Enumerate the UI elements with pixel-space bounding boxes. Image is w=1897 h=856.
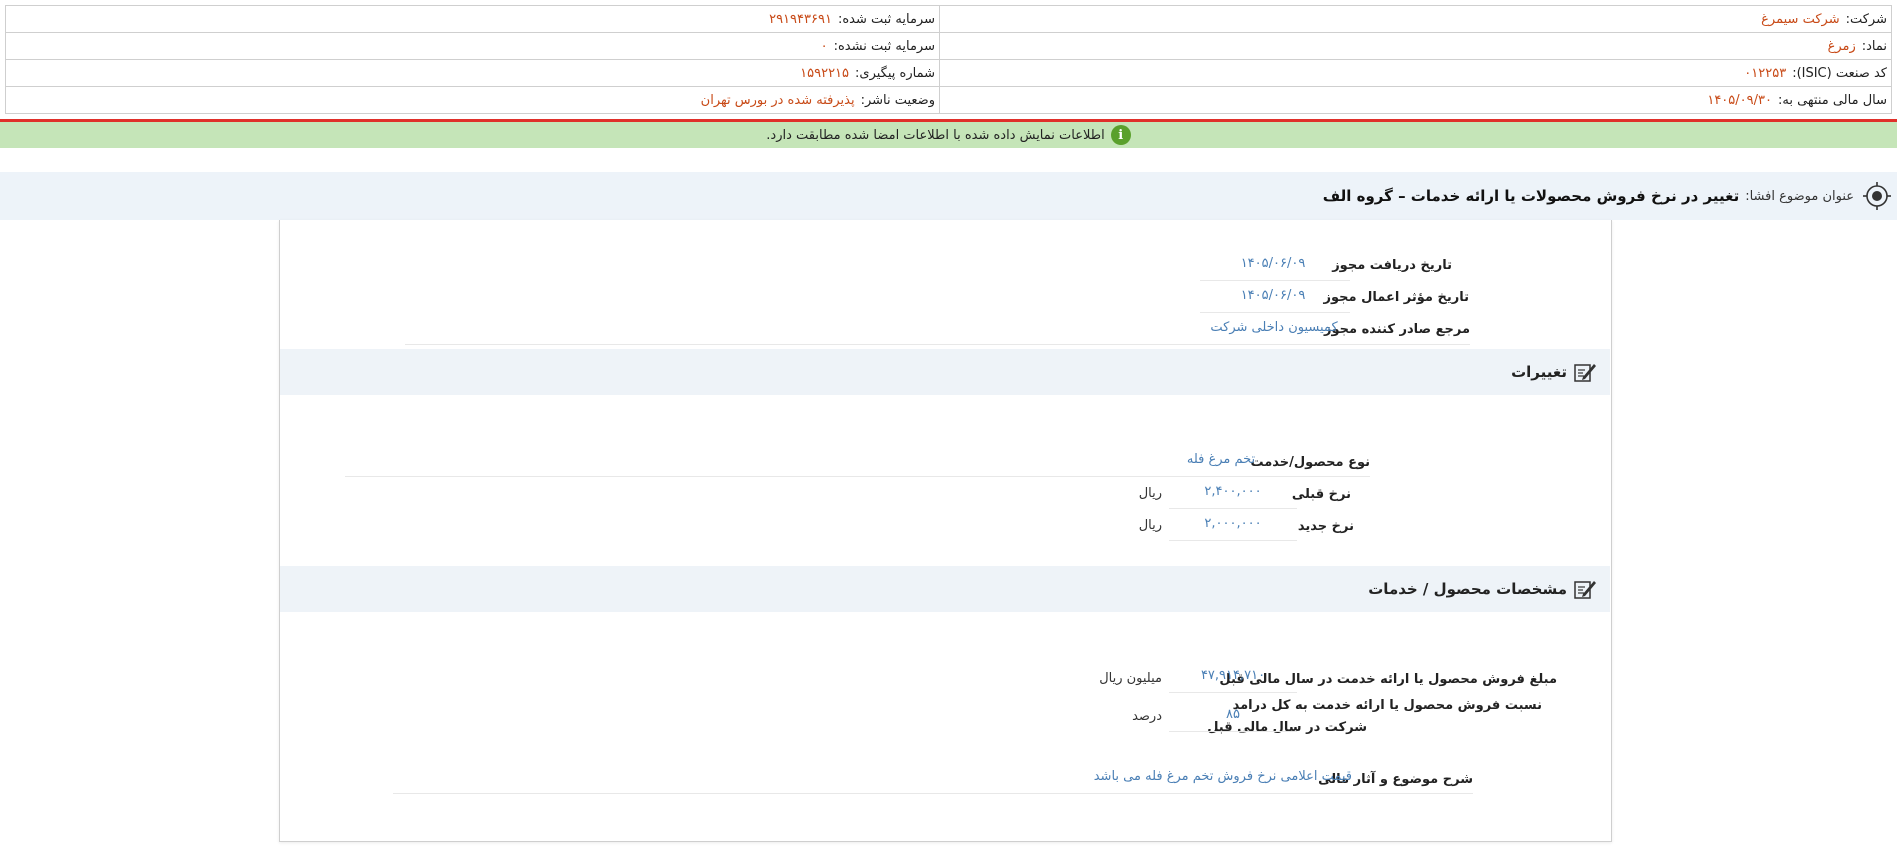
effective-date-value: ۱۴۰۵/۰۶/۰۹ [1240,288,1306,303]
subject-label: عنوان موضوع افشا: [1745,188,1854,204]
unregistered-capital-label: سرمایه ثبت نشده: [833,38,935,54]
separator [405,344,1470,345]
fiscal-year-cell: سال مالی منتهی به: ۱۴۰۵/۰۹/۳۰ [939,86,1892,114]
publisher-status-label: وضعیت ناشر: [860,92,935,108]
fiscal-year-label: سال مالی منتهی به: [1777,92,1887,108]
new-rate-unit: ریال [1138,518,1162,533]
unregistered-capital-value: ۰ [820,38,828,54]
description-value: قیمت اعلامی نرخ فروش تخم مرغ فله می باشد [1093,769,1352,784]
sales-amount-unit: میلیون ریال [1099,671,1162,686]
product-type-value: تخم مرغ فله [1186,452,1256,467]
company-value[interactable]: شرکت سیمرغ [1761,12,1839,27]
edit-icon [1573,577,1597,601]
registered-capital-label: سرمایه ثبت شده: [837,11,935,27]
symbol-value[interactable]: زمرغ [1828,39,1856,54]
company-label: شرکت: [1845,11,1887,27]
tracking-value: ۱۵۹۲۲۱۵ [800,65,850,81]
issuer-value: کمیسیون داخلی شرکت [1210,320,1338,335]
effective-date-label: تاریخ مؤثر اعمال مجوز [1323,290,1469,305]
isic-cell: کد صنعت (ISIC): ۰۱۲۲۵۳ [939,59,1892,87]
registered-capital-value: ۲۹۱۹۴۳۶۹۱ [769,11,832,27]
prev-rate-label: نرخ قبلی [1291,487,1351,502]
company-info-table: شرکت: شرکت سیمرغ سرمایه ثبت شده: ۲۹۱۹۴۳۶۹۱… [5,5,1892,114]
new-rate-value: ۲,۰۰۰,۰۰۰ [1204,516,1262,531]
receive-date-value: ۱۴۰۵/۰۶/۰۹ [1240,256,1306,271]
publisher-status-cell: وضعیت ناشر: پذیرفته شده در بورس تهران [5,86,940,114]
unregistered-capital-cell: سرمایه ثبت نشده: ۰ [5,32,940,60]
separator [1200,312,1350,313]
symbol-label: نماد: [1861,38,1887,54]
company-cell: شرکت: شرکت سیمرغ [939,5,1892,33]
prev-rate-unit: ریال [1138,486,1162,501]
separator [1169,731,1297,732]
verification-notice: i اطلاعات نمایش داده شده با اطلاعات امضا… [0,122,1897,148]
separator [1200,280,1350,281]
separator [393,793,1473,794]
info-icon: i [1110,125,1131,145]
ratio-value: ۸۵ [1226,707,1240,722]
sales-amount-value: ۴۷,۹۱۴,۷۱۰ [1200,668,1266,683]
specs-section-header: مشخصات محصول / خدمات [280,566,1610,612]
fiscal-year-value: ۱۴۰۵/۰۹/۳۰ [1707,92,1772,108]
separator [1169,508,1297,509]
separator [345,476,1370,477]
subject-value: تغییر در نرخ فروش محصولات یا ارائه خدمات… [1322,187,1740,205]
separator [1169,540,1297,541]
ratio-label-line2: شرکت در سال مالی قبل [1207,720,1367,735]
changes-section-title: تغییرات [1511,363,1567,381]
new-rate-label: نرخ جدید [1297,519,1354,534]
disclosure-title-bar: عنوان موضوع افشا: تغییر در نرخ فروش محصو… [0,172,1897,220]
separator [1169,692,1297,693]
specs-section-title: مشخصات محصول / خدمات [1368,580,1567,598]
changes-section-header: تغییرات [280,349,1610,395]
receive-date-label: تاریخ دریافت مجوز [1332,258,1452,273]
edit-icon [1573,360,1597,384]
ratio-unit: درصد [1132,709,1162,724]
notice-text: اطلاعات نمایش داده شده با اطلاعات امضا ش… [766,127,1105,143]
symbol-cell: نماد: زمرغ [939,32,1892,60]
publisher-status-value: پذیرفته شده در بورس تهران [700,92,855,108]
isic-value: ۰۱۲۲۵۳ [1744,65,1787,81]
disclosure-panel [279,220,1612,842]
registered-capital-cell: سرمایه ثبت شده: ۲۹۱۹۴۳۶۹۱ [5,5,940,33]
isic-label: کد صنعت (ISIC): [1792,65,1887,81]
tracking-label: شماره پیگیری: [855,65,935,81]
prev-rate-value: ۲,۴۰۰,۰۰۰ [1204,484,1262,499]
tracking-cell: شماره پیگیری: ۱۵۹۲۲۱۵ [5,59,940,87]
target-icon [1862,181,1892,211]
